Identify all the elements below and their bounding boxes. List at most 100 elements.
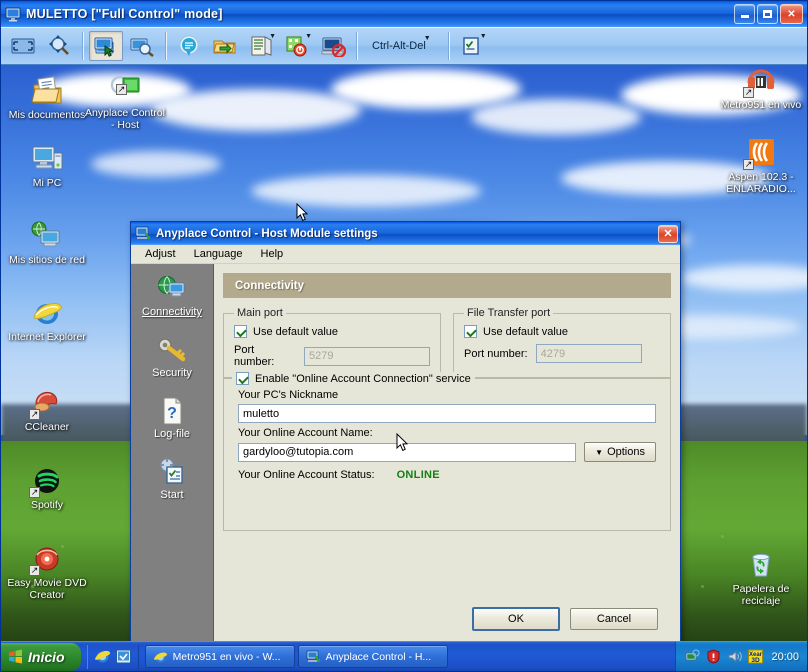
monitor-icon (5, 6, 21, 22)
clipboard-icon[interactable]: ▼ (244, 31, 278, 61)
app-toolbar: ▼ ▼ Ctrl-Alt-Del ▼ ▼ (1, 27, 807, 65)
radio-icon: ↗ (743, 65, 778, 98)
internet-explorer-icon (153, 650, 168, 664)
desktop-icon-internet-explorer[interactable]: Internet Explorer (5, 297, 89, 343)
dialog-title: Anyplace Control - Host Module settings (156, 227, 378, 240)
full-control-mode-icon[interactable] (89, 31, 123, 61)
shortcut-arrow-icon: ↗ (116, 84, 127, 95)
desktop-icon-mi-pc[interactable]: Mi PC (5, 143, 89, 189)
task-button-anyplace[interactable]: Anyplace Control - H... (297, 645, 448, 668)
desktop-icon-label: Mi PC (32, 177, 62, 189)
view-only-mode-icon[interactable] (125, 31, 159, 61)
enable-online-account-row: Enable "Online Account Connection" servi… (232, 372, 475, 385)
anyplace-settings-icon (306, 650, 321, 664)
dialog-buttons: OK Cancel (214, 601, 680, 645)
fullscreen-icon[interactable] (6, 31, 40, 61)
desktop-icon-aspen[interactable]: ↗ Aspen 102.3 - ENLARADIO... (719, 137, 803, 195)
network-places-icon (30, 220, 64, 252)
sidebar-item-start[interactable]: Start (131, 456, 213, 501)
desktop-icon-easy-movie-dvd-creator[interactable]: ↗ Easy Movie DVD Creator (5, 543, 89, 601)
options-button-label: Options (607, 446, 645, 458)
nickname-input[interactable] (238, 404, 656, 423)
quicklaunch-internet-explorer-icon[interactable] (94, 648, 111, 665)
blank-monitor-icon[interactable] (316, 31, 350, 61)
menu-adjust[interactable]: Adjust (137, 246, 184, 262)
volume-tray-icon[interactable] (727, 649, 743, 664)
dvd-creator-icon: ↗ (29, 543, 64, 576)
file-transfer-port-group: File Transfer port Use default value Por… (453, 307, 671, 378)
maximize-button[interactable] (757, 4, 778, 24)
desktop-icon-mis-sitios-de-red[interactable]: Mis sitios de red (5, 220, 89, 266)
power-options-icon[interactable]: ▼ (280, 31, 314, 61)
antivirus-shield-tray-icon[interactable] (706, 649, 721, 664)
options-button[interactable]: ▼ Options (584, 442, 656, 462)
desktop-icon-label: Metro951 en vivo (720, 99, 802, 111)
cancel-button[interactable]: Cancel (570, 608, 658, 630)
main-port-group: Main port Use default value Port number: (223, 307, 441, 378)
main-port-number-input[interactable] (304, 346, 430, 366)
shortcut-arrow-icon: ↗ (29, 409, 40, 420)
sidebar-item-connectivity[interactable]: Connectivity (131, 273, 213, 318)
file-transfer-port-legend: File Transfer port (467, 307, 551, 319)
file-transfer-use-default-label: Use default value (483, 325, 568, 338)
desktop-icon-label: Mis sitios de red (9, 254, 85, 266)
shortcut-arrow-icon: ↗ (29, 487, 40, 498)
ccleaner-icon: ↗ (29, 387, 64, 420)
chevron-down-icon: ▼ (423, 34, 431, 42)
zoom-icon[interactable] (42, 31, 76, 61)
desktop-icon-spotify[interactable]: ↗ Spotify (5, 465, 89, 511)
network-tray-icon[interactable] (685, 649, 701, 664)
desktop-icon-metro951[interactable]: ↗ Metro951 en vivo (719, 65, 803, 111)
file-transfer-use-default-checkbox[interactable] (464, 325, 477, 338)
sidebar-item-security[interactable]: Security (131, 334, 213, 379)
desktop-icon-anyplace-control-host[interactable]: ↗ Anyplace Control - Host (83, 73, 167, 131)
task-button-label: Metro951 en vivo - W... (172, 650, 281, 663)
key-icon (155, 334, 189, 366)
desktop-icon-papelera[interactable]: Papelera de reciclaje (719, 549, 803, 607)
ok-button[interactable]: OK (472, 607, 560, 631)
menu-help[interactable]: Help (253, 246, 292, 262)
nickname-label: Your PC's Nickname (238, 389, 339, 401)
shortcut-arrow-icon: ↗ (743, 87, 754, 98)
quicklaunch-show-desktop-icon[interactable] (115, 648, 132, 665)
minimize-button[interactable] (734, 4, 755, 24)
dialog-menubar: Adjust Language Help (131, 245, 680, 264)
dialog-sidebar: Connectivity Security ? Log-file Start (131, 264, 214, 645)
account-status-value: ONLINE (396, 469, 440, 481)
shortcut-arrow-icon: ↗ (743, 159, 754, 170)
start-button[interactable]: Inicio (1, 642, 81, 671)
chevron-down-icon: ▼ (305, 33, 312, 40)
desktop-icon-mis-documentos[interactable]: Mis documentos (5, 75, 89, 121)
file-transfer-icon[interactable] (208, 31, 242, 61)
main-port-use-default-label: Use default value (253, 325, 338, 338)
sidebar-item-log-file[interactable]: ? Log-file (131, 395, 213, 440)
main-port-use-default-checkbox[interactable] (234, 325, 247, 338)
chat-icon[interactable] (172, 31, 206, 61)
task-list-icon[interactable]: ▼ (455, 31, 489, 61)
desktop-icon-ccleaner[interactable]: ↗ CCleaner (5, 387, 89, 433)
dialog-close-button[interactable]: ✕ (658, 224, 678, 243)
svg-text:?: ? (167, 405, 177, 422)
windows-flag-icon (8, 649, 23, 664)
svg-text:3D: 3D (752, 657, 761, 664)
shortcut-arrow-icon: ↗ (29, 565, 40, 576)
menu-language[interactable]: Language (186, 246, 251, 262)
file-transfer-port-number-input[interactable] (535, 344, 642, 363)
anyplace-host-icon: ↗ (108, 73, 142, 105)
internet-explorer-icon (30, 297, 64, 329)
recycle-bin-icon (744, 549, 778, 581)
toolbar-separator (447, 32, 449, 60)
account-name-input[interactable] (238, 442, 577, 462)
enable-online-account-label: Enable "Online Account Connection" servi… (255, 372, 471, 385)
xear3d-tray-icon[interactable]: Xear 3D (748, 649, 764, 664)
close-button[interactable]: ✕ (780, 4, 803, 24)
desktop-icon-label: Easy Movie DVD Creator (7, 577, 87, 601)
chevron-down-icon: ▼ (595, 448, 604, 457)
sidebar-label: Connectivity (142, 306, 202, 318)
main-port-legend: Main port (237, 307, 283, 319)
toolbar-separator (82, 32, 83, 60)
desktop-icon-label: CCleaner (24, 421, 70, 433)
enable-online-account-checkbox[interactable] (236, 372, 249, 385)
task-button-metro951[interactable]: Metro951 en vivo - W... (144, 645, 295, 668)
spotify-icon: ↗ (29, 465, 64, 498)
